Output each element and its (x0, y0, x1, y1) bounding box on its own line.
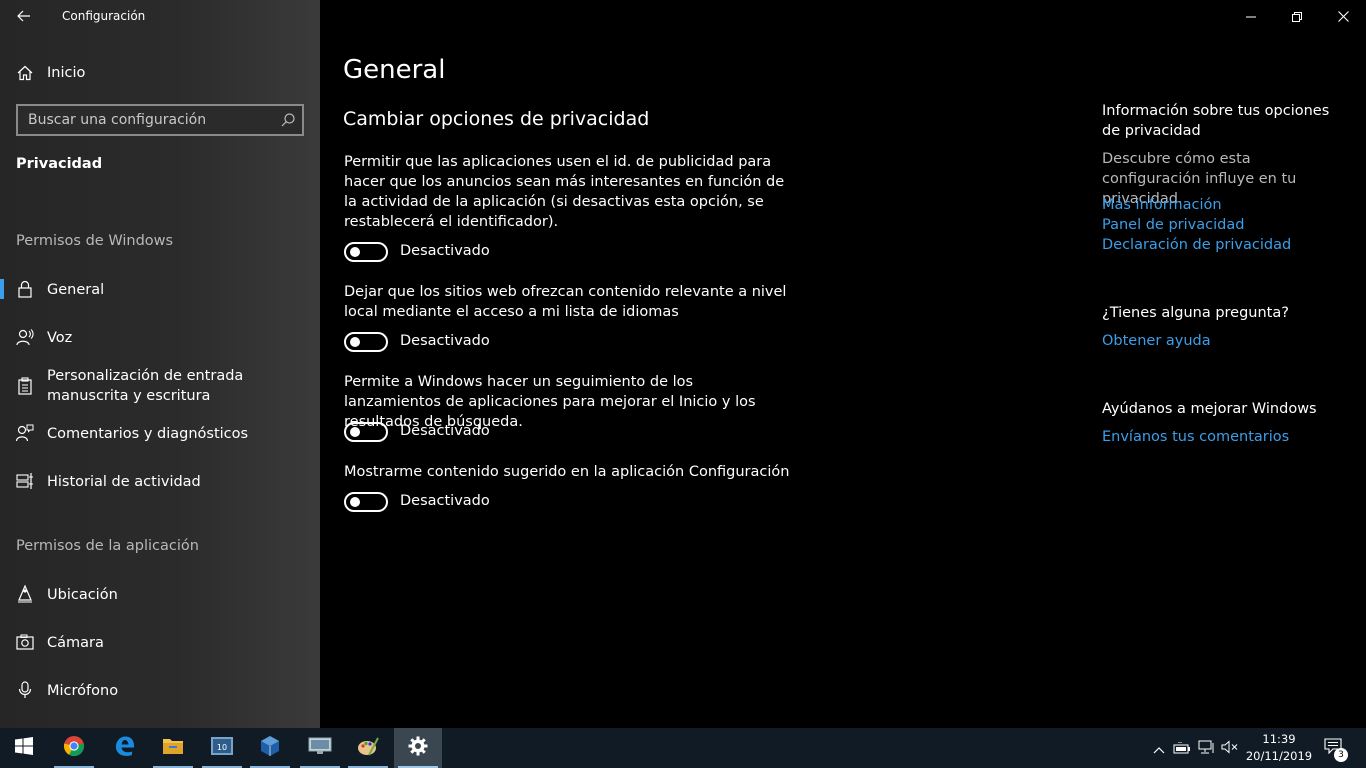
home-icon (16, 64, 34, 82)
virtualbox-icon (259, 735, 281, 761)
file-explorer-icon (162, 736, 184, 760)
toggle-knob (350, 247, 360, 257)
clock-date: 20/11/2019 (1245, 749, 1313, 763)
sidebar-item-label: Cámara (47, 635, 104, 651)
volume-muted-icon (1221, 739, 1239, 758)
speech-icon (16, 328, 34, 346)
main-content: General Cambiar opciones de privacidad P… (320, 0, 1366, 728)
chrome-icon (63, 735, 85, 761)
volume-tray-button[interactable] (1220, 738, 1240, 758)
taskbar-cpu-z[interactable]: 10 (198, 728, 246, 768)
section-subtitle: Cambiar opciones de privacidad (343, 108, 650, 130)
taskbar-settings[interactable] (394, 728, 442, 768)
sidebar-item-microphone[interactable]: Micrófono (0, 680, 320, 702)
option-description: Permitir que las aplicaciones usen el id… (344, 154, 785, 230)
toggle-knob (350, 497, 360, 507)
toggle-knob (350, 337, 360, 347)
sidebar-item-label: Comentarios y diagnósticos (47, 426, 249, 442)
privacy-dashboard-link[interactable]: Panel de privacidad (1102, 215, 1244, 235)
toggle-state-label: Desactivado (400, 423, 490, 439)
section-windows-permissions: Permisos de Windows (16, 233, 174, 249)
start-icon (15, 737, 33, 759)
taskbar: 10 11:39 20/11/2019 (0, 728, 1366, 768)
microphone-icon (16, 681, 34, 699)
taskbar-virtualbox[interactable] (246, 728, 294, 768)
app-launch-tracking-toggle[interactable] (344, 422, 388, 442)
window-title: Configuración (62, 9, 146, 23)
feedback-icon (16, 424, 34, 442)
network-icon (1198, 739, 1216, 758)
taskbar-remote-desktop[interactable] (296, 728, 344, 768)
sidebar-item-voice[interactable]: Voz (0, 327, 320, 349)
show-hidden-icons-button[interactable] (1149, 738, 1169, 758)
page-title: General (343, 55, 446, 85)
timeline-icon (16, 472, 34, 490)
advertising-id-toggle[interactable] (344, 242, 388, 262)
get-help-link[interactable]: Obtener ayuda (1102, 331, 1211, 351)
clock[interactable]: 11:39 20/11/2019 (1244, 731, 1314, 765)
option-description: Mostrarme contenido sugerido en la aplic… (344, 464, 790, 480)
info-heading: Información sobre tus opciones de privac… (1102, 103, 1330, 139)
home-label: Inicio (47, 65, 86, 81)
home-nav-item[interactable]: Inicio (0, 62, 320, 84)
toggle-state-label: Desactivado (400, 333, 490, 349)
sidebar-item-label: Ubicación (47, 587, 118, 603)
paint-icon (357, 735, 379, 761)
sidebar-item-label: Personalización de entrada manuscrita y … (47, 368, 244, 404)
improve-heading: Ayúdanos a mejorar Windows (1102, 401, 1317, 417)
taskbar-file-explorer[interactable] (149, 728, 197, 768)
edge-icon (113, 735, 135, 761)
lock-icon (16, 280, 34, 298)
search-icon[interactable] (280, 112, 296, 128)
back-arrow-icon (17, 7, 31, 26)
sidebar-item-general[interactable]: General (0, 279, 320, 301)
send-feedback-link[interactable]: Envíanos tus comentarios (1102, 427, 1289, 447)
more-info-link[interactable]: Más información (1102, 195, 1222, 215)
notification-count-badge: 3 (1334, 748, 1348, 762)
taskbar-chrome[interactable] (50, 728, 98, 768)
chevron-up-icon (1153, 739, 1165, 758)
svg-text:10: 10 (217, 743, 227, 752)
search-input[interactable] (18, 106, 268, 134)
section-app-permissions: Permisos de la aplicación (16, 538, 199, 554)
toggle-knob (350, 427, 360, 437)
sidebar-item-label: Historial de actividad (47, 474, 201, 490)
battery-tray-button[interactable] (1172, 738, 1192, 758)
clipboard-icon (16, 377, 34, 395)
location-icon (16, 585, 34, 603)
question-heading: ¿Tienes alguna pregunta? (1102, 305, 1289, 321)
sidebar-item-label: Voz (47, 330, 73, 346)
start-button[interactable] (0, 728, 48, 768)
network-tray-button[interactable] (1197, 738, 1217, 758)
back-button[interactable] (8, 0, 40, 32)
option-description: Dejar que los sitios web ofrezcan conten… (344, 284, 787, 320)
toggle-state-label: Desactivado (400, 243, 490, 259)
sidebar-item-feedback[interactable]: Comentarios y diagnósticos (0, 423, 320, 445)
privacy-statement-link[interactable]: Declaración de privacidad (1102, 235, 1291, 255)
remote-desktop-icon (308, 736, 332, 760)
settings-window: Inicio Privacidad Permisos de Windows Ge… (0, 0, 1366, 728)
battery-icon (1173, 739, 1191, 758)
sidebar-item-label: General (47, 282, 105, 298)
toggle-state-label: Desactivado (400, 493, 490, 509)
settings-icon (408, 736, 428, 760)
sidebar-item-label: Micrófono (47, 683, 119, 699)
sidebar-item-activity-history[interactable]: Historial de actividad (0, 471, 320, 493)
sidebar-item-location[interactable]: Ubicación (0, 584, 320, 606)
clock-time: 11:39 (1262, 732, 1296, 746)
sidebar: Inicio Privacidad Permisos de Windows Ge… (0, 0, 320, 728)
sidebar-item-inking[interactable]: Personalización de entrada manuscrita y … (0, 365, 320, 407)
language-list-toggle[interactable] (344, 332, 388, 352)
category-heading: Privacidad (16, 156, 103, 172)
sidebar-item-camera[interactable]: Cámara (0, 632, 320, 654)
taskbar-edge[interactable] (100, 728, 148, 768)
cpu-z-icon: 10 (210, 735, 234, 761)
camera-icon (16, 633, 34, 651)
search-box[interactable] (16, 104, 304, 136)
suggested-content-toggle[interactable] (344, 492, 388, 512)
taskbar-paint[interactable] (344, 728, 392, 768)
